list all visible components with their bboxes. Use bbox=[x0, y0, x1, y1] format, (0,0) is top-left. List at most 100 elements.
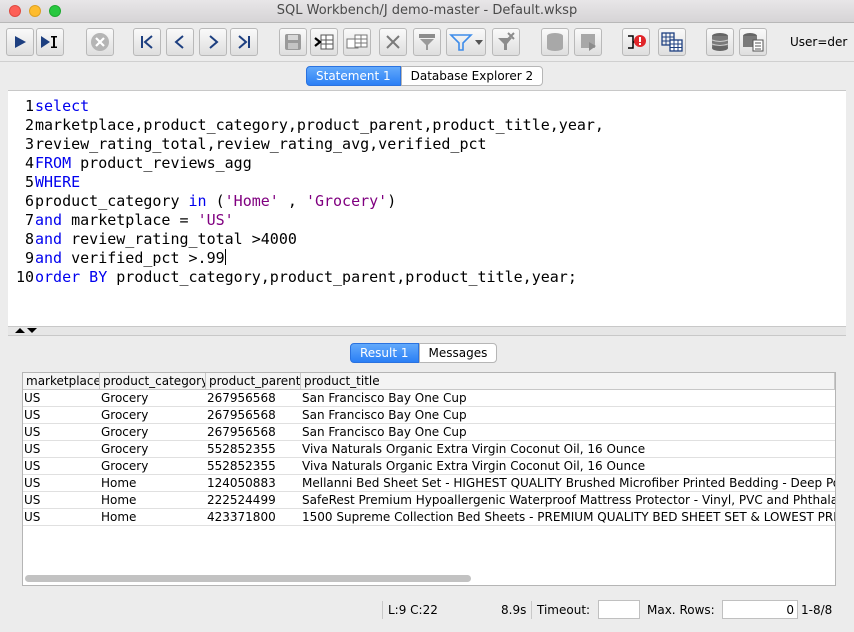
table-cell[interactable]: 267956568 bbox=[206, 424, 301, 441]
column-header-product-parent[interactable]: product_parent bbox=[206, 373, 301, 390]
skip-last-icon bbox=[238, 35, 250, 49]
table-cell[interactable]: Home bbox=[100, 492, 206, 509]
last-record-button[interactable] bbox=[230, 28, 258, 56]
table-cell[interactable]: US bbox=[23, 424, 100, 441]
sql-text: marketplace,product_category,product_par… bbox=[35, 116, 604, 134]
line-number: 1 bbox=[24, 97, 34, 115]
show-all-tables-button[interactable] bbox=[658, 28, 686, 56]
first-record-button[interactable] bbox=[133, 28, 161, 56]
code-line: WHERE bbox=[35, 173, 604, 192]
table-cell[interactable]: Grocery bbox=[100, 390, 206, 407]
chevron-right-icon bbox=[209, 35, 219, 49]
code-line: and verified_pct >.99 bbox=[35, 249, 604, 268]
execute-current-button[interactable] bbox=[36, 28, 64, 56]
db-explorer-button[interactable] bbox=[706, 28, 734, 56]
execute-statement-button[interactable] bbox=[6, 28, 34, 56]
sql-string: 'Home' bbox=[224, 192, 279, 210]
insert-row-button[interactable] bbox=[310, 28, 338, 56]
insert-row-icon bbox=[314, 34, 334, 50]
table-cell[interactable]: Viva Naturals Organic Extra Virgin Cocon… bbox=[301, 458, 835, 475]
disconnect-button[interactable] bbox=[622, 28, 650, 56]
tab-result-1[interactable]: Result 1 bbox=[350, 343, 419, 363]
line-number: 5 bbox=[24, 173, 34, 191]
tab-statement-1[interactable]: Statement 1 bbox=[306, 66, 401, 86]
editor-result-splitter[interactable] bbox=[8, 326, 846, 336]
tab-database-explorer-2[interactable]: Database Explorer 2 bbox=[400, 66, 544, 86]
rollback-button[interactable] bbox=[574, 28, 602, 56]
table-cell[interactable]: 1500 Supreme Collection Bed Sheets - PRE… bbox=[301, 509, 835, 526]
sql-string: 'US' bbox=[197, 211, 234, 229]
stop-button[interactable] bbox=[86, 28, 114, 56]
table-cell[interactable]: Home bbox=[100, 475, 206, 492]
column-header-product-category[interactable]: product_category bbox=[100, 373, 206, 390]
stop-icon bbox=[91, 33, 109, 51]
table-cell[interactable]: 222524499 bbox=[206, 492, 301, 509]
line-number: 4 bbox=[24, 154, 34, 172]
delete-row-button[interactable] bbox=[379, 28, 407, 56]
table-cell[interactable]: SafeRest Premium Hypoallergenic Waterpro… bbox=[301, 492, 835, 509]
database-rollback-icon bbox=[581, 34, 596, 51]
table-cell[interactable]: Grocery bbox=[100, 458, 206, 475]
sql-editor[interactable]: 1 2 3 4 5 6 7 8 9 10 select marketplace,product_ca… bbox=[8, 90, 846, 326]
cursor-position: L:9 C:22 bbox=[388, 603, 438, 617]
table-cell[interactable]: US bbox=[23, 390, 100, 407]
column-header-product-title[interactable]: product_title bbox=[301, 373, 835, 390]
sql-string: 'Grocery' bbox=[305, 192, 388, 210]
filter-button[interactable] bbox=[413, 28, 441, 56]
save-changes-button[interactable] bbox=[279, 28, 307, 56]
table-cell[interactable]: Mellanni Bed Sheet Set - HIGHEST QUALITY… bbox=[301, 475, 835, 492]
tab-messages[interactable]: Messages bbox=[418, 343, 498, 363]
table-cell[interactable]: Grocery bbox=[100, 441, 206, 458]
table-cell[interactable]: 552852355 bbox=[206, 458, 301, 475]
code-line: review_rating_total,review_rating_avg,ve… bbox=[35, 135, 604, 154]
sql-text: product_category,product_parent,product_… bbox=[107, 268, 577, 286]
line-number: 2 bbox=[24, 116, 34, 134]
sql-text: product_reviews_agg bbox=[71, 154, 252, 172]
table-cell[interactable]: 423371800 bbox=[206, 509, 301, 526]
table-cell[interactable]: 267956568 bbox=[206, 407, 301, 424]
connection-info-button[interactable] bbox=[739, 28, 767, 56]
previous-record-button[interactable] bbox=[166, 28, 194, 56]
sql-text: ) bbox=[387, 192, 397, 210]
table-cell[interactable]: US bbox=[23, 492, 100, 509]
sql-text: , bbox=[278, 192, 306, 210]
connection-user-label: User=der bbox=[790, 35, 848, 49]
next-record-button[interactable] bbox=[199, 28, 227, 56]
column-header-marketplace[interactable]: marketplace bbox=[23, 373, 100, 390]
sql-text: verified_pct >.99 bbox=[62, 249, 225, 267]
table-cell[interactable]: US bbox=[23, 509, 100, 526]
database-commit-icon bbox=[547, 33, 563, 51]
result-grid[interactable]: marketplace product_category product_paren… bbox=[22, 372, 836, 586]
table-cell[interactable]: Home bbox=[100, 509, 206, 526]
line-number-gutter: 1 2 3 4 5 6 7 8 9 10 bbox=[8, 97, 34, 287]
sql-keyword: order BY bbox=[35, 268, 108, 286]
table-cell[interactable]: 552852355 bbox=[206, 441, 301, 458]
filter-by-value-button[interactable] bbox=[446, 28, 486, 56]
table-cell[interactable]: San Francisco Bay One Cup bbox=[301, 407, 835, 424]
table-cell[interactable]: Grocery bbox=[100, 424, 206, 441]
table-cell[interactable]: US bbox=[23, 441, 100, 458]
table-cell[interactable]: Viva Naturals Organic Extra Virgin Cocon… bbox=[301, 441, 835, 458]
reset-filter-button[interactable] bbox=[492, 28, 520, 56]
max-rows-label: Max. Rows: bbox=[647, 603, 715, 617]
horizontal-scrollbar[interactable] bbox=[25, 575, 471, 582]
max-rows-input[interactable]: 0 bbox=[722, 600, 798, 619]
copy-row-button[interactable] bbox=[343, 28, 371, 56]
table-cell[interactable]: 267956568 bbox=[206, 390, 301, 407]
sql-keyword: and bbox=[35, 211, 63, 229]
code-line: product_category in ('Home' , 'Grocery') bbox=[35, 192, 604, 211]
timeout-label: Timeout: bbox=[537, 603, 591, 617]
table-cell[interactable]: Grocery bbox=[100, 407, 206, 424]
statement-tabs: Statement 1 Database Explorer 2 bbox=[306, 66, 544, 86]
table-cell[interactable]: San Francisco Bay One Cup bbox=[301, 424, 835, 441]
commit-button[interactable] bbox=[541, 28, 569, 56]
table-cell[interactable]: US bbox=[23, 458, 100, 475]
timeout-input[interactable] bbox=[598, 600, 640, 619]
table-cell[interactable]: US bbox=[23, 407, 100, 424]
code-line: select bbox=[35, 97, 604, 116]
sql-code-area[interactable]: select marketplace,product_category,produ… bbox=[35, 97, 604, 287]
table-cell[interactable]: US bbox=[23, 475, 100, 492]
filter-funnel-icon bbox=[419, 34, 435, 50]
table-cell[interactable]: 124050883 bbox=[206, 475, 301, 492]
table-cell[interactable]: San Francisco Bay One Cup bbox=[301, 390, 835, 407]
